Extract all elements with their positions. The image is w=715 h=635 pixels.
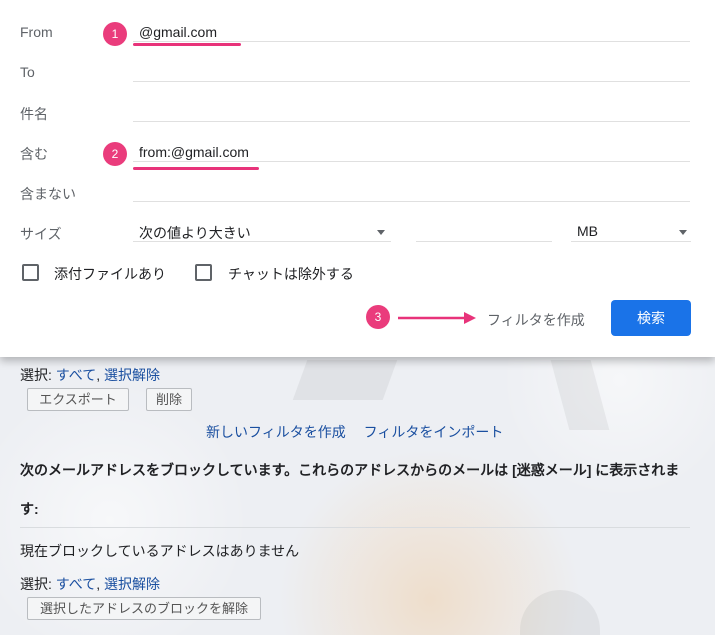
to-label: To [20,64,35,80]
size-unit-value: MB [577,223,598,239]
exclude-chats-label[interactable]: チャットは除外する [228,264,354,284]
select-all-link[interactable]: すべて [56,367,96,383]
chevron-down-icon [679,230,687,235]
select-prefix-label: 選択: [20,367,56,383]
annotation-underline-2 [133,167,259,170]
background-decoration [520,590,600,635]
new-filter-link[interactable]: 新しいフィルタを作成 [206,424,346,440]
blocked-heading-line2: す: [20,501,39,517]
select-all-link[interactable]: すべて [56,576,96,592]
delete-button[interactable]: 削除 [146,388,192,411]
select-prefix-label: 選択: [20,576,56,592]
filters-select-row: 選択: すべて, 選択解除 [20,365,160,385]
size-unit-select[interactable]: MB [571,220,691,242]
from-input[interactable]: @gmail.com [139,24,217,40]
no-blocked-addresses-message: 現在ブロックしているアドレスはありません [20,543,300,559]
subject-label: 件名 [20,106,48,122]
select-separator: , [96,367,105,383]
deselect-link[interactable]: 選択解除 [104,576,160,592]
exclude-chats-checkbox[interactable] [195,264,212,281]
section-divider [20,527,690,528]
annotation-arrow-icon [398,312,476,324]
doesnt-have-field-underline [133,201,690,202]
deselect-link[interactable]: 選択解除 [104,367,160,383]
has-words-input[interactable]: from:@gmail.com [139,144,249,160]
to-field-underline [133,81,690,82]
annotation-badge-3: 3 [366,305,390,329]
size-label: サイズ [20,226,62,242]
from-label: From [20,24,53,40]
unblock-selected-button[interactable]: 選択したアドレスのブロックを解除 [27,597,261,620]
from-field-underline [133,41,690,42]
search-button[interactable]: 検索 [611,300,691,336]
has-words-label: 含む [20,146,48,162]
annotation-badge-1: 1 [103,22,127,46]
chevron-down-icon [377,230,385,235]
blocked-select-row: 選択: すべて, 選択解除 [20,574,160,594]
blocked-heading-line1: 次のメールアドレスをブロックしています。これらのアドレスからのメールは [迷惑メ… [20,462,680,478]
has-attachment-label[interactable]: 添付ファイルあり [54,264,166,284]
background-decoration [292,360,398,400]
select-underline [571,241,691,242]
size-value-input[interactable] [416,220,552,242]
select-separator: , [96,576,105,592]
doesnt-have-label: 含まない [20,186,76,202]
export-button[interactable]: エクスポート [27,388,129,411]
import-filter-link[interactable]: フィルタをインポート [364,424,504,440]
input-underline [416,241,552,242]
has-attachment-checkbox[interactable] [22,264,39,281]
has-words-field-underline [133,161,690,162]
background-decoration [550,360,610,430]
create-filter-link[interactable]: フィルタを作成 [487,310,585,330]
annotation-underline-1 [133,43,241,46]
search-filter-panel: From 1 @gmail.com To 件名 含む 2 from:@gmail… [0,0,715,357]
size-comparison-select[interactable]: 次の値より大きい [133,220,391,242]
annotation-badge-2: 2 [103,142,127,166]
select-underline [133,241,391,242]
subject-field-underline [133,121,690,122]
size-comparison-value: 次の値より大きい [139,225,251,241]
filter-links-row: 新しいフィルタを作成 フィルタをインポート [206,422,503,442]
